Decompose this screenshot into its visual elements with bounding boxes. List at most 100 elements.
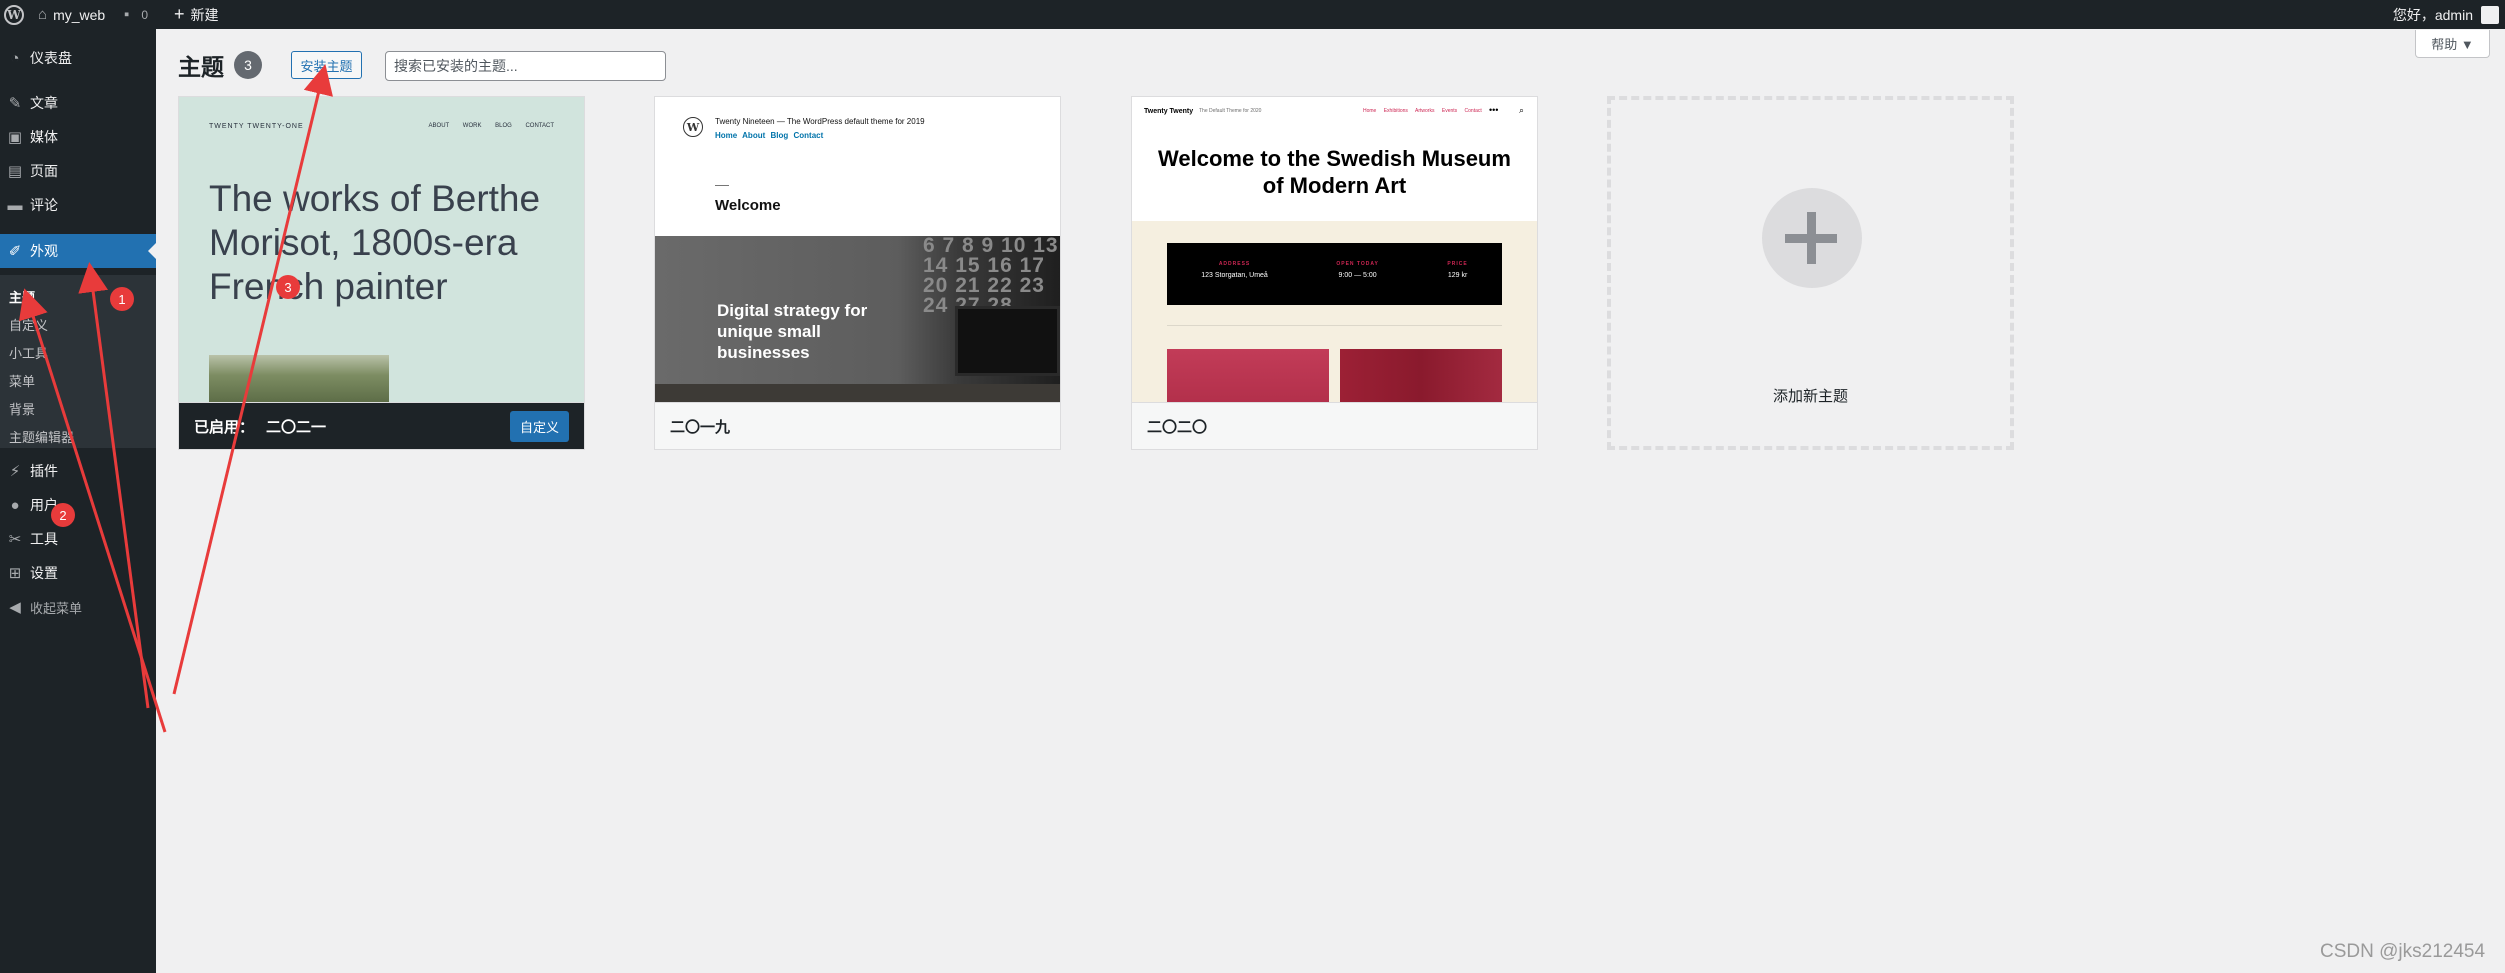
preview-nav: Home Exhibitions Artworks Events Contact <box>1363 108 1482 114</box>
submenu-background[interactable]: 背景 <box>9 399 35 418</box>
help-tab-button[interactable]: 帮助 ▼ <box>2415 30 2490 58</box>
menu-search-icon: ••• ⌕ <box>1489 105 1524 115</box>
menu-comments[interactable]: ▬ 评论 <box>0 188 156 222</box>
preview-monitor-image <box>955 306 1060 376</box>
active-label: 已启用： <box>194 418 255 436</box>
menu-tools[interactable]: ✂ 工具 <box>0 522 156 556</box>
theme-name: 二〇二〇 <box>1147 418 1208 436</box>
menu-label: 评论 <box>30 197 58 213</box>
preview-nav: ABOUT WORK BLOG CONTACT <box>428 123 554 129</box>
menu-label: 媒体 <box>30 129 58 145</box>
preview-tagline: The Default Theme for 2020 <box>1199 108 1262 114</box>
menu-settings[interactable]: ⊞ 设置 <box>0 556 156 590</box>
avatar <box>2481 5 2499 24</box>
theme-card-twenty-twenty[interactable]: Twenty Twenty The Default Theme for 2020… <box>1131 96 1538 450</box>
site-name: my_web <box>53 6 106 23</box>
theme-card-twenty-nineteen[interactable]: W Twenty Nineteen — The WordPress defaul… <box>654 96 1061 450</box>
theme-screenshot[interactable]: W Twenty Nineteen — The WordPress defaul… <box>655 97 1060 402</box>
comment-icon: ▬ <box>7 196 23 214</box>
menu-label: 收起菜单 <box>30 600 83 616</box>
customize-button[interactable]: 自定义 <box>509 410 569 442</box>
annotation-badge-3: 3 <box>276 275 300 299</box>
annotation-badge-1: 1 <box>110 287 134 311</box>
theme-count-badge: 3 <box>234 51 262 79</box>
menu-label: 插件 <box>30 463 58 479</box>
theme-footer: 已启用： 二〇二一 自定义 <box>179 402 584 449</box>
menu-dashboard[interactable]: ◔ 仪表盘 <box>0 41 156 75</box>
search-themes-input[interactable] <box>385 51 666 81</box>
comments-link[interactable]: ▪ 0 <box>124 0 148 29</box>
new-content-menu[interactable]: + 新建 <box>174 0 219 29</box>
wordpress-logo-icon: W <box>683 117 703 137</box>
submenu-customize[interactable]: 自定义 <box>9 315 48 334</box>
theme-screenshot[interactable]: Twenty Twenty The Default Theme for 2020… <box>1132 97 1537 402</box>
preview-painting-image <box>209 355 389 402</box>
theme-screenshot[interactable]: TWENTY TWENTY-ONE ABOUT WORK BLOG CONTAC… <box>179 97 584 402</box>
settings-icon: ⊞ <box>8 565 22 582</box>
comment-icon: ▪ <box>124 6 130 23</box>
menu-users[interactable]: ● 用户 <box>0 488 156 522</box>
info-heading: PRICE <box>1447 261 1468 267</box>
preview-desk <box>655 384 1060 402</box>
add-new-theme-label: 添加新主题 <box>1772 388 1848 405</box>
annotation-badge-2: 2 <box>51 503 75 527</box>
menu-collapse[interactable]: ◀ 收起菜单 <box>0 590 156 624</box>
admin-sidebar: ◔ 仪表盘 ✎ 文章 ▣ 媒体 ▤ 页面 ▬ 评论 ✐ 外观 主题 自定义 小工… <box>0 29 156 973</box>
my-account-menu[interactable]: 您好，admin <box>2393 0 2499 29</box>
info-column: ADDRESS 123 Storgatan, Umeå <box>1201 261 1268 305</box>
preview-header: W Twenty Nineteen — The WordPress defaul… <box>655 97 1060 236</box>
info-column: OPEN TODAY 9:00 — 5:00 <box>1336 261 1379 305</box>
preview-nav: Home About Blog Contact <box>715 131 824 140</box>
theme-card-twenty-twenty-one[interactable]: TWENTY TWENTY-ONE ABOUT WORK BLOG CONTAC… <box>178 96 585 450</box>
pin-icon: ✎ <box>8 95 22 112</box>
preview-title: Twenty Nineteen — The WordPress default … <box>715 117 925 126</box>
submenu-theme-editor[interactable]: 主题编辑器 <box>9 427 74 446</box>
theme-footer: 二〇二〇 <box>1132 402 1537 449</box>
preview-brand: Twenty Twenty <box>1144 108 1194 115</box>
menu-label: 仪表盘 <box>30 50 72 66</box>
submenu-menus[interactable]: 菜单 <box>9 371 35 390</box>
greeting: 您好，admin <box>2392 6 2473 23</box>
plug-icon: ⚡ <box>9 463 21 480</box>
collapse-icon: ◀ <box>9 599 21 616</box>
menu-media[interactable]: ▣ 媒体 <box>0 120 156 154</box>
page-title: 主题 <box>178 54 224 80</box>
preview-headline: Welcome to the Swedish Museum of Modern … <box>1158 146 1511 198</box>
info-heading: ADDRESS <box>1218 261 1251 267</box>
site-name-link[interactable]: ⌂ my_web <box>38 0 105 29</box>
user-icon: ● <box>10 496 20 514</box>
preview-headline: The works of Berthe Morisot, 1800s-era F… <box>209 178 541 307</box>
submenu-themes[interactable]: 主题 <box>9 287 35 306</box>
theme-name-text: 二〇二一 <box>266 418 327 436</box>
install-theme-button[interactable]: 安装主题 <box>291 51 362 79</box>
preview-brand: TWENTY TWENTY-ONE <box>209 123 304 130</box>
menu-appearance[interactable]: ✐ 外观 <box>0 234 156 268</box>
preview-artwork-image <box>1340 349 1502 402</box>
preview-artwork-image <box>1167 349 1329 402</box>
theme-footer: 二〇一九 <box>655 402 1060 449</box>
menu-label: 设置 <box>30 565 58 581</box>
page-icon: ▤ <box>7 163 23 180</box>
add-new-theme-card[interactable]: 添加新主题 <box>1607 96 2014 450</box>
menu-label: 工具 <box>30 531 58 547</box>
wrench-icon: ✂ <box>8 531 22 548</box>
wordpress-logo-menu[interactable]: W <box>4 0 28 29</box>
plus-icon-vertical <box>1807 212 1816 264</box>
divider <box>1167 325 1502 326</box>
preview-welcome: Welcome <box>715 197 781 214</box>
wordpress-logo-icon: W <box>4 4 24 25</box>
new-label: 新建 <box>190 6 219 23</box>
theme-name: 已启用： 二〇二一 <box>194 416 326 437</box>
info-heading: OPEN TODAY <box>1336 261 1379 267</box>
brush-icon: ✐ <box>8 243 22 260</box>
menu-posts[interactable]: ✎ 文章 <box>0 86 156 120</box>
menu-pages[interactable]: ▤ 页面 <box>0 154 156 188</box>
info-value: 129 kr <box>1447 272 1468 279</box>
menu-plugins[interactable]: ⚡ 插件 <box>0 454 156 488</box>
submenu-widgets[interactable]: 小工具 <box>9 343 48 362</box>
menu-label: 页面 <box>30 163 58 179</box>
admin-bar: W ⌂ my_web ▪ 0 + 新建 您好，admin <box>0 0 2505 29</box>
preview-info-box: ADDRESS 123 Storgatan, Umeå OPEN TODAY 9… <box>1167 243 1502 305</box>
watermark: CSDN @jks212454 <box>2320 941 2486 962</box>
media-icon: ▣ <box>7 129 23 146</box>
